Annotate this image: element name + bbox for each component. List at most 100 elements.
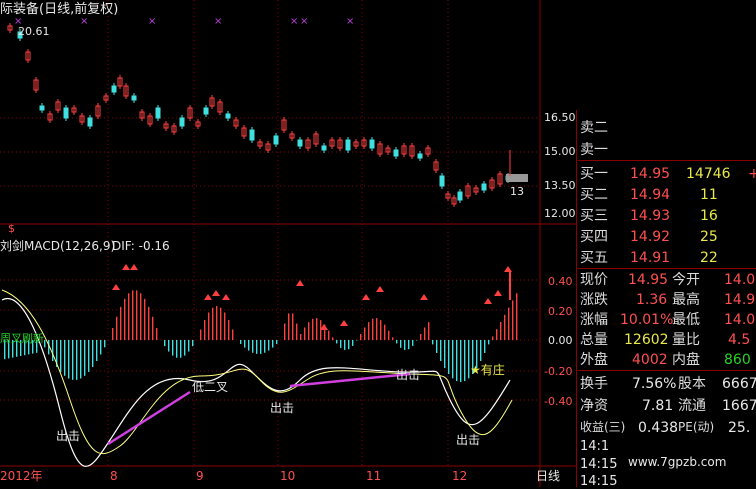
macd-histogram-bar <box>120 306 122 340</box>
finance-row: 收益(三) 0.438 PE(动) 25. <box>580 420 751 436</box>
macd-indicator-name[interactable]: 刘剑MACD(12,26,9) <box>0 240 115 252</box>
candlestick-body <box>481 183 487 191</box>
macd-histogram-bar <box>316 318 318 340</box>
candlestick-body <box>111 85 117 93</box>
macd-histogram-bar <box>88 340 90 372</box>
candlestick-body <box>345 139 351 151</box>
macd-histogram-bar <box>496 329 498 340</box>
buy-arrow-icon <box>420 294 428 300</box>
buy-arrow-icon <box>222 294 230 300</box>
macd-axis-label: -0.40 <box>544 395 573 408</box>
macd-histogram-bar <box>504 314 506 340</box>
signal-marker: × <box>300 16 308 27</box>
macd-histogram-bar <box>156 328 158 340</box>
candlestick-body <box>321 145 327 151</box>
macd-histogram-bar <box>336 340 338 344</box>
date-axis-label: 9 <box>196 469 204 483</box>
candlestick-body <box>393 149 399 157</box>
macd-histogram-bar <box>216 306 218 340</box>
macd-histogram-bar <box>460 340 462 382</box>
quote-row: 外盘 4002 内盘 860 <box>580 352 751 368</box>
watermark: www.7gpzb.com <box>628 455 727 469</box>
buy-arrow-icon <box>484 298 492 304</box>
macd-histogram-bar <box>68 340 70 379</box>
macd-histogram-bar <box>456 340 458 382</box>
macd-histogram-bar <box>136 290 138 340</box>
tick-time: 14:15 <box>580 474 618 489</box>
macd-histogram-bar <box>340 340 342 348</box>
macd-histogram-bar <box>204 320 206 340</box>
buy-row[interactable]: 买一 14.95 14746 + <box>578 164 756 186</box>
macd-histogram-bar <box>264 340 266 353</box>
quote-row: 现价 14.95 今开 14.0 <box>580 272 756 288</box>
tick-time: 14:1 <box>580 439 610 454</box>
candlestick-body <box>63 107 69 119</box>
buy-arrow-icon <box>376 286 384 292</box>
macd-histogram-bar <box>268 340 270 351</box>
macd-histogram-bar <box>44 340 46 348</box>
dif-value: DIF: -0.16 <box>112 239 170 253</box>
macd-histogram-bar <box>408 340 410 350</box>
macd-histogram-bar <box>384 324 386 340</box>
macd-histogram-bar <box>72 340 74 380</box>
divider <box>578 160 756 161</box>
quote-row: 涨跌 1.36 最高 14.9 <box>580 292 756 308</box>
macd-histogram-bar <box>452 340 454 379</box>
macd-histogram-bar <box>212 307 214 340</box>
chart-title: 际装备(日线,前复权) <box>0 2 119 17</box>
macd-histogram-bar <box>244 340 246 348</box>
buy-row[interactable]: 买三 14.93 16 <box>578 206 756 228</box>
buy-arrow-icon <box>204 294 212 300</box>
macd-histogram-bar <box>512 300 514 340</box>
sell-row[interactable]: 卖一 <box>578 140 756 162</box>
macd-histogram-bar <box>228 320 230 340</box>
macd-histogram-bar <box>368 322 370 340</box>
macd-histogram-bar <box>352 340 354 346</box>
buy-arrow-icon <box>212 290 220 296</box>
period-tab[interactable]: 日线 <box>536 470 560 482</box>
macd-histogram-bar <box>48 340 50 355</box>
buy-row[interactable]: 买四 14.92 25 <box>578 227 756 249</box>
strike-annotation: 出击 <box>56 429 81 443</box>
candlestick-body <box>369 139 375 149</box>
sell-row[interactable]: 卖二 <box>578 118 756 140</box>
date-axis-label: 8 <box>110 469 118 483</box>
macd-histogram-bar <box>404 340 406 350</box>
strike-annotation: 出击 <box>396 368 421 382</box>
macd-histogram-bar <box>188 340 190 352</box>
macd-histogram-bar <box>152 316 154 340</box>
quote-row: 涨幅 10.01% 最低 14.0 <box>580 312 756 328</box>
macd-histogram-bar <box>148 306 150 340</box>
macd-histogram-bar <box>380 320 382 340</box>
macd-histogram-bar <box>360 334 362 340</box>
quote-row: 总量 12602 量比 4.5 <box>580 332 751 348</box>
buy-row[interactable]: 买五 14.91 22 <box>578 248 756 270</box>
date-axis-label: 12 <box>452 469 468 483</box>
price-axis-label: 15.00 <box>544 145 576 158</box>
price-axis-label: 12.00 <box>544 207 576 220</box>
current-price-box <box>506 174 528 182</box>
macd-histogram-bar <box>388 330 390 340</box>
candlestick-body <box>131 95 137 101</box>
macd-histogram-bar <box>164 340 166 347</box>
candlestick-body <box>439 175 445 187</box>
macd-histogram-bar <box>132 290 134 340</box>
candlestick-body <box>39 105 45 111</box>
macd-histogram-bar <box>64 340 66 376</box>
macd-histogram-bar <box>420 334 422 340</box>
divider <box>578 268 756 269</box>
trend-line <box>289 372 411 388</box>
macd-histogram-bar <box>240 340 242 344</box>
macd-histogram-bar <box>144 298 146 340</box>
macd-histogram-bar <box>208 312 210 340</box>
buy-row[interactable]: 买二 14.94 11 <box>578 185 756 207</box>
macd-histogram-bar <box>284 323 286 340</box>
macd-histogram-bar <box>276 340 278 344</box>
signal-marker: × <box>148 16 156 27</box>
macd-histogram-bar <box>396 340 398 344</box>
macd-histogram-bar <box>500 322 502 340</box>
macd-histogram-bar <box>440 340 442 361</box>
macd-histogram-bar <box>480 340 482 361</box>
finance-row: 净资 7.81 流通 1667万 <box>580 398 756 414</box>
macd-histogram-bar <box>364 327 366 340</box>
